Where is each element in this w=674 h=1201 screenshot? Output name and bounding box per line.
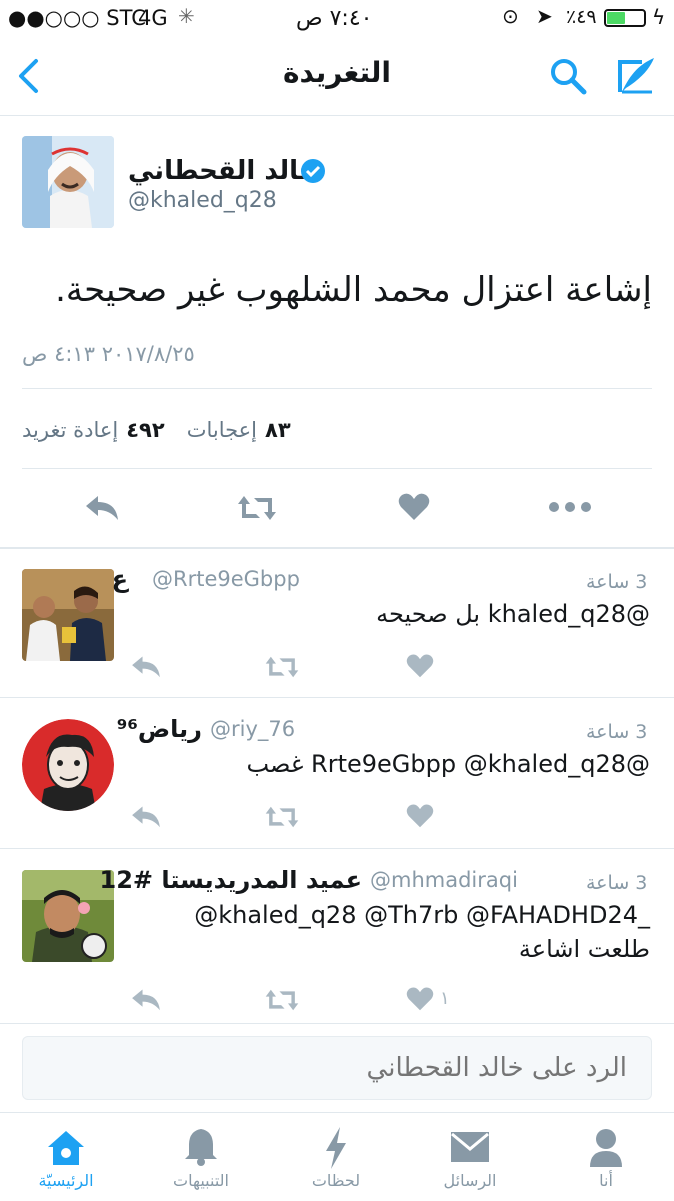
- reply-tweet[interactable]: 3 ساعة @mhmadiraqi عميد المدريديستا #12 …: [0, 850, 674, 1024]
- tab-label: الرسائل: [443, 1171, 497, 1190]
- author-handle[interactable]: @khaled_q28: [128, 188, 277, 213]
- reply-icon[interactable]: [130, 803, 162, 829]
- author-name-row: خالد القحطاني: [128, 156, 318, 186]
- reply-tweet[interactable]: 3 ساعة @riy_76 رياض⁹⁶ @Rrte9eGbpp @khale…: [0, 699, 674, 849]
- activity-spinner-icon: ✳: [178, 4, 195, 28]
- tab-moments[interactable]: لحظات: [276, 1113, 396, 1201]
- reply-handle[interactable]: @Rrte9eGbpp: [152, 567, 300, 591]
- reply-text-line: طلعت اشاعة: [518, 935, 650, 963]
- author-name[interactable]: خالد القحطاني: [128, 156, 318, 186]
- divider: [22, 468, 652, 469]
- tab-me[interactable]: أنا: [546, 1113, 666, 1201]
- like-heart-icon[interactable]: [406, 653, 434, 679]
- tab-messages[interactable]: الرسائل: [410, 1113, 530, 1201]
- home-icon: [48, 1131, 84, 1165]
- reply-name[interactable]: رياض⁹⁶: [117, 715, 202, 743]
- carrier-label: ●●○○○ STC: [8, 6, 146, 30]
- search-icon[interactable]: [548, 56, 588, 96]
- reply-icon[interactable]: [84, 492, 120, 522]
- reply-input[interactable]: [23, 1037, 651, 1099]
- retweet-icon[interactable]: [264, 988, 300, 1012]
- retweets-count[interactable]: ٤٩٢: [126, 418, 164, 442]
- charging-icon: ϟ: [652, 5, 666, 29]
- reply-composer[interactable]: [22, 1036, 652, 1100]
- tab-notifications[interactable]: التنبيهات: [141, 1113, 261, 1201]
- verified-badge-icon: [301, 159, 325, 183]
- status-time: ٧:٤٠ ص: [296, 6, 373, 31]
- reply-name[interactable]: عميد المدريديستا #12: [100, 866, 363, 894]
- retweet-icon[interactable]: [236, 494, 278, 522]
- avatar[interactable]: [22, 136, 114, 228]
- more-options-icon[interactable]: [548, 500, 592, 514]
- lightning-icon: [326, 1127, 346, 1169]
- rotation-lock-icon: ⊙: [502, 4, 519, 28]
- likes-count[interactable]: ٨٣: [265, 418, 291, 442]
- navigation-bar: التغريدة: [0, 36, 674, 116]
- like-heart-icon[interactable]: [398, 492, 430, 522]
- tab-bar: الرئيسيّة التنبيهات لحظات الرسائل أنا: [0, 1112, 674, 1200]
- divider: [22, 388, 652, 389]
- tab-home[interactable]: الرئيسيّة: [6, 1113, 126, 1201]
- tab-label: أنا: [599, 1171, 613, 1190]
- reply-tweet[interactable]: 3 ساعة @Rrte9eGbpp ع @khaled_q28 بل صحيح…: [0, 549, 674, 698]
- main-tweet: خالد القحطاني @khaled_q28 إشاعة اعتزال م…: [0, 116, 674, 548]
- reply-icon[interactable]: [130, 986, 162, 1012]
- tweet-text: إشاعة اعتزال محمد الشلهوب غير صحيحة.: [55, 270, 652, 310]
- location-arrow-icon: ➤: [536, 4, 553, 28]
- battery-percent: ٪٤٩: [566, 6, 597, 28]
- reply-text-line: @khaled_q28 @Th7rb @FAHADHD24_: [194, 901, 650, 929]
- reply-text: @khaled_q28 @Th7rb @FAHADHD24_ طلعت اشاع…: [130, 898, 650, 966]
- bell-icon: [185, 1129, 217, 1166]
- engagement-stats: ٨٣ إعجابات ٤٩٢ إعادة تغريد: [22, 418, 291, 442]
- like-heart-icon[interactable]: [406, 986, 434, 1012]
- tab-label: التنبيهات: [173, 1171, 229, 1190]
- reply-handle[interactable]: @mhmadiraqi: [370, 868, 518, 892]
- likes-label[interactable]: إعجابات: [187, 418, 257, 442]
- reply-handle[interactable]: @riy_76: [210, 717, 295, 741]
- network-label: 4G: [138, 6, 168, 30]
- like-heart-icon[interactable]: [406, 803, 434, 829]
- reply-name[interactable]: ع: [112, 565, 128, 593]
- compose-tweet-icon[interactable]: [612, 54, 656, 96]
- like-count: ١: [440, 988, 450, 1009]
- reply-time: 3 ساعة: [586, 872, 648, 894]
- battery-icon: [604, 9, 646, 27]
- retweet-icon[interactable]: [264, 805, 300, 829]
- tab-label: لحظات: [311, 1171, 361, 1190]
- status-bar: ●●○○○ STC 4G ✳ ٧:٤٠ ص ⊙ ➤ ٪٤٩ ϟ: [0, 0, 674, 36]
- envelope-icon: [451, 1132, 489, 1162]
- reply-time: 3 ساعة: [586, 721, 648, 743]
- retweets-label[interactable]: إعادة تغريد: [22, 418, 118, 442]
- tab-label: الرئيسيّة: [38, 1171, 94, 1190]
- reply-icon[interactable]: [130, 653, 162, 679]
- reply-avatar[interactable]: [22, 569, 114, 661]
- tweet-timestamp: ٢٠١٧/٨/٢٥ ٤:١٣ ص: [22, 342, 195, 366]
- person-icon: [590, 1129, 622, 1167]
- reply-time: 3 ساعة: [586, 571, 648, 593]
- reply-text: @Rrte9eGbpp @khaled_q28 غصب: [246, 750, 650, 778]
- retweet-icon[interactable]: [264, 655, 300, 679]
- reply-avatar[interactable]: [22, 719, 114, 811]
- reply-text: @khaled_q28 بل صحيحه: [376, 600, 650, 628]
